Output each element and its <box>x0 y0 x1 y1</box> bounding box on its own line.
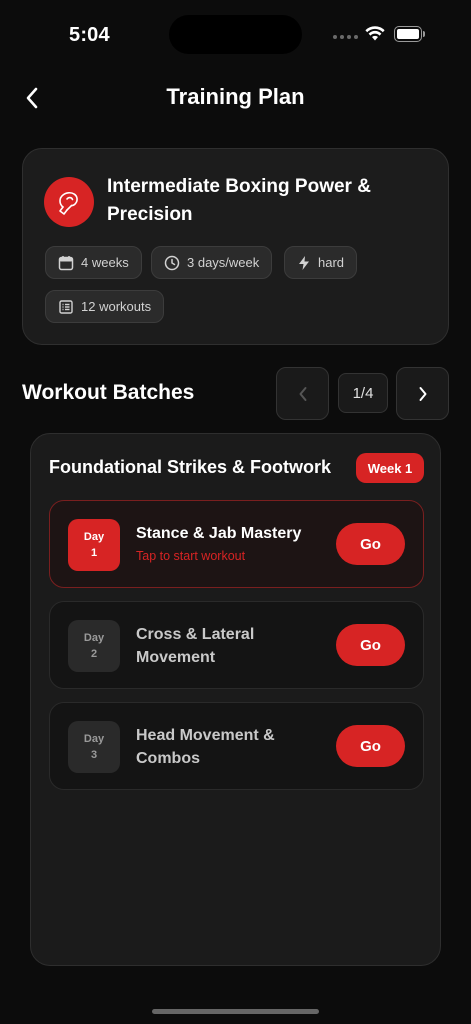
status-time: 5:04 <box>69 24 110 46</box>
lightning-icon <box>299 255 309 270</box>
duration-chip: 4 weeks <box>45 246 142 279</box>
workouts-chip: 12 workouts <box>45 290 165 323</box>
header: Training Plan <box>0 78 471 118</box>
day-badge: Day 1 <box>68 519 120 571</box>
plan-icon <box>44 177 94 227</box>
plan-title: Intermediate Boxing Power & Precision <box>107 176 371 225</box>
previous-batch-button[interactable] <box>276 367 329 420</box>
week-badge: Week 1 <box>356 453 424 483</box>
go-button[interactable]: Go <box>336 725 405 767</box>
day-row-1[interactable]: Day 1 Stance & Jab Mastery Tap to start … <box>49 500 424 588</box>
difficulty-chip: hard <box>284 246 358 279</box>
list-icon <box>59 299 73 314</box>
page-title: Training Plan <box>166 84 305 109</box>
next-batch-button[interactable] <box>396 367 449 420</box>
day-badge-number: 1 <box>90 547 98 559</box>
dynamic-island <box>169 15 302 54</box>
go-button[interactable]: Go <box>336 624 405 666</box>
battery-icon <box>394 26 426 42</box>
day-badge: Day 3 <box>68 721 120 773</box>
day-title: Head Movement & Combos <box>136 727 275 767</box>
section-title: Workout Batches <box>22 381 195 404</box>
chevron-left-icon <box>299 386 306 401</box>
day-badge-number: 3 <box>90 749 98 761</box>
cellular-signal-icon <box>333 35 358 39</box>
batch-pager: 1/4 <box>338 373 388 413</box>
boxing-glove-icon <box>59 191 78 215</box>
day-badge-label: Day <box>83 632 105 644</box>
day-row-3[interactable]: Day 3 Head Movement & Combos Go <box>49 702 424 790</box>
day-subtitle: Tap to start workout <box>136 549 246 563</box>
clock-icon <box>164 255 180 270</box>
day-badge: Day 2 <box>68 620 120 672</box>
wifi-icon <box>365 26 385 41</box>
home-indicator <box>152 1009 319 1014</box>
day-badge-number: 2 <box>90 648 98 660</box>
batch-title: Foundational Strikes & Footwork <box>49 457 332 477</box>
frequency-label: 3 days/week <box>187 255 260 270</box>
plan-summary-card: Intermediate Boxing Power & Precision 4 … <box>22 148 449 345</box>
duration-label: 4 weeks <box>81 255 129 270</box>
day-title: Cross & Lateral Movement <box>136 626 255 666</box>
calendar-icon <box>58 255 74 270</box>
workouts-label: 12 workouts <box>81 299 152 314</box>
day-badge-label: Day <box>83 733 105 745</box>
status-bar: 5:04 <box>0 0 471 70</box>
day-row-2[interactable]: Day 2 Cross & Lateral Movement Go <box>49 601 424 689</box>
day-title: Stance & Jab Mastery <box>136 525 302 542</box>
frequency-chip: 3 days/week <box>151 246 273 279</box>
day-badge-label: Day <box>83 531 105 543</box>
difficulty-label: hard <box>318 255 345 270</box>
batch-card: Foundational Strikes & Footwork Week 1 D… <box>30 433 441 966</box>
go-button[interactable]: Go <box>336 523 405 565</box>
chevron-right-icon <box>419 386 426 401</box>
